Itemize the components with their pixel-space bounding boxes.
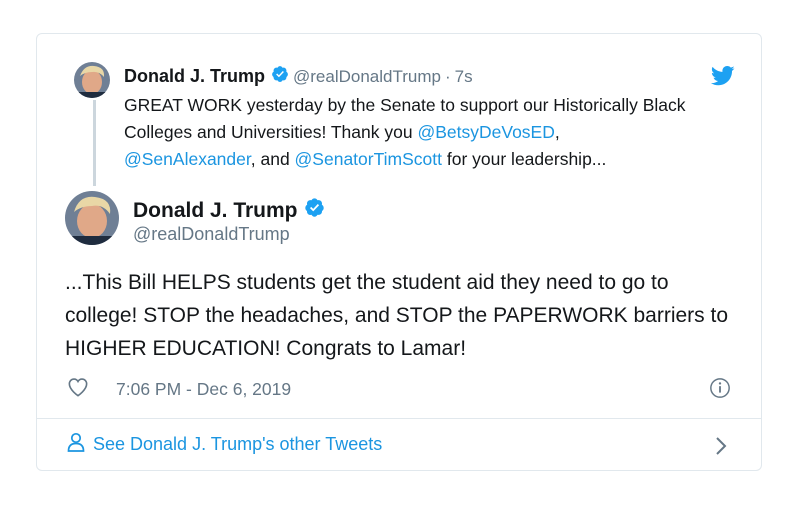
- info-icon[interactable]: [709, 377, 731, 404]
- parent-text-segment: ,: [554, 122, 560, 142]
- parent-tweet-header: Donald J. Trump @realDonaldTrump · 7s: [124, 65, 473, 88]
- parent-text-segment: , and: [250, 149, 295, 169]
- parent-tweet-text: GREAT WORK yesterday by the Senate to su…: [124, 92, 744, 173]
- mention-link-senatortimscott[interactable]: @SenatorTimScott: [295, 149, 442, 169]
- embedded-tweet-card: Donald J. Trump @realDonaldTrump · 7s GR…: [36, 33, 762, 471]
- verified-badge-icon: [271, 65, 289, 88]
- see-other-tweets-link[interactable]: See Donald J. Trump's other Tweets: [67, 432, 382, 457]
- thread-connector-line: [93, 100, 96, 186]
- tweet-timestamp[interactable]: 7:06 PM - Dec 6, 2019: [116, 379, 291, 400]
- parent-author-avatar[interactable]: [74, 62, 110, 98]
- person-icon: [67, 432, 85, 457]
- see-other-tweets-label[interactable]: See Donald J. Trump's other Tweets: [93, 434, 382, 455]
- parent-author-name[interactable]: Donald J. Trump: [124, 66, 265, 87]
- main-author-name-row: Donald J. Trump: [133, 197, 329, 224]
- twitter-bird-icon[interactable]: [710, 66, 735, 91]
- main-author-handle[interactable]: @realDonaldTrump: [133, 224, 290, 245]
- heart-icon[interactable]: [67, 377, 89, 402]
- main-author-avatar[interactable]: [65, 191, 119, 245]
- card-divider: [37, 418, 761, 419]
- main-author-name[interactable]: Donald J. Trump: [133, 199, 298, 223]
- mention-link-senalexander[interactable]: @SenAlexander: [124, 149, 251, 169]
- parent-author-handle[interactable]: @realDonaldTrump: [293, 67, 441, 87]
- main-tweet-text: ...This Bill HELPS students get the stud…: [65, 271, 729, 360]
- parent-text-segment: GREAT WORK yesterday by the Senate to su…: [124, 95, 686, 142]
- parent-relative-time[interactable]: 7s: [455, 67, 473, 87]
- parent-text-segment: for your leadership...: [442, 149, 607, 169]
- header-separator: ·: [444, 66, 451, 86]
- verified-badge-icon: [304, 197, 325, 224]
- mention-link-betsydevosed[interactable]: @BetsyDeVosED: [417, 122, 554, 142]
- chevron-right-icon[interactable]: [715, 436, 727, 461]
